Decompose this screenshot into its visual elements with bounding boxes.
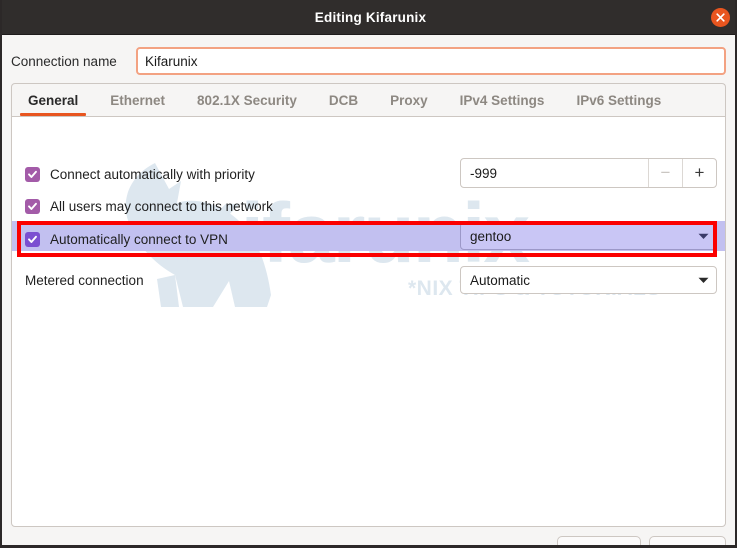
- tab-ipv4-settings[interactable]: IPv4 Settings: [444, 85, 561, 116]
- connect-automatically-checkbox[interactable]: [25, 166, 40, 182]
- metered-connection-select[interactable]: Automatic: [460, 266, 717, 294]
- check-icon: [28, 202, 37, 210]
- tab-general[interactable]: General: [12, 85, 94, 116]
- settings-tabbar: General Ethernet 802.1X Security DCB Pro…: [11, 83, 726, 116]
- chevron-down-icon: [690, 233, 716, 240]
- tab-ethernet-label: Ethernet: [110, 93, 166, 108]
- auto-connect-vpn-label: Automatically connect to VPN: [50, 231, 228, 247]
- tab-ethernet[interactable]: Ethernet: [94, 85, 181, 116]
- tab-dcb-label: DCB: [328, 93, 359, 108]
- dialog-content: Connection name General Ethernet 802.1X …: [2, 35, 735, 545]
- connection-name-input[interactable]: [136, 47, 726, 75]
- connection-name-row: Connection name: [2, 45, 735, 77]
- tab-general-label: General: [28, 93, 79, 108]
- connection-name-label: Connection name: [11, 53, 117, 69]
- close-button[interactable]: [711, 8, 730, 27]
- check-icon: [28, 170, 37, 178]
- tab-dcb[interactable]: DCB: [313, 85, 374, 116]
- all-users-checkbox[interactable]: [25, 198, 40, 214]
- close-icon: [716, 13, 725, 22]
- tab-ipv6-settings[interactable]: IPv6 Settings: [560, 85, 677, 116]
- priority-spinner[interactable]: -999 − +: [460, 158, 717, 188]
- tab-8021x-security[interactable]: 802.1X Security: [181, 85, 313, 116]
- vpn-connection-select[interactable]: gentoo: [460, 222, 717, 250]
- vpn-connection-value: gentoo: [470, 228, 512, 244]
- check-icon: [28, 235, 37, 243]
- auto-connect-vpn-checkbox[interactable]: [25, 231, 40, 247]
- dialog-footer: Cancel Save: [2, 527, 735, 545]
- window-title: Editing Kifarunix: [314, 9, 427, 25]
- connect-automatically-label: Connect automatically with priority: [50, 166, 255, 182]
- save-button[interactable]: Save: [649, 536, 726, 545]
- priority-decrement-button[interactable]: −: [648, 159, 682, 187]
- chevron-down-icon: [690, 277, 716, 284]
- priority-increment-button[interactable]: +: [682, 159, 716, 187]
- window-titlebar: Editing Kifarunix: [2, 0, 735, 35]
- metered-connection-label: Metered connection: [25, 272, 144, 288]
- all-users-label: All users may connect to this network: [50, 198, 273, 214]
- tab-ipv6-settings-label: IPv6 Settings: [576, 93, 662, 108]
- general-tab-panel: Kifarunix *NIX TIPS & TUTORIALS Connect …: [11, 116, 726, 527]
- all-users-row: All users may connect to this network: [12, 193, 725, 219]
- editing-connection-dialog: Editing Kifarunix Connection name Genera…: [0, 0, 737, 548]
- priority-value: -999: [470, 165, 498, 181]
- tab-proxy-label: Proxy: [390, 93, 428, 108]
- tab-proxy[interactable]: Proxy: [374, 85, 444, 116]
- metered-connection-value: Automatic: [470, 272, 531, 288]
- tab-ipv4-settings-label: IPv4 Settings: [459, 93, 545, 108]
- tab-8021x-security-label: 802.1X Security: [197, 93, 297, 108]
- cancel-button[interactable]: Cancel: [557, 536, 641, 545]
